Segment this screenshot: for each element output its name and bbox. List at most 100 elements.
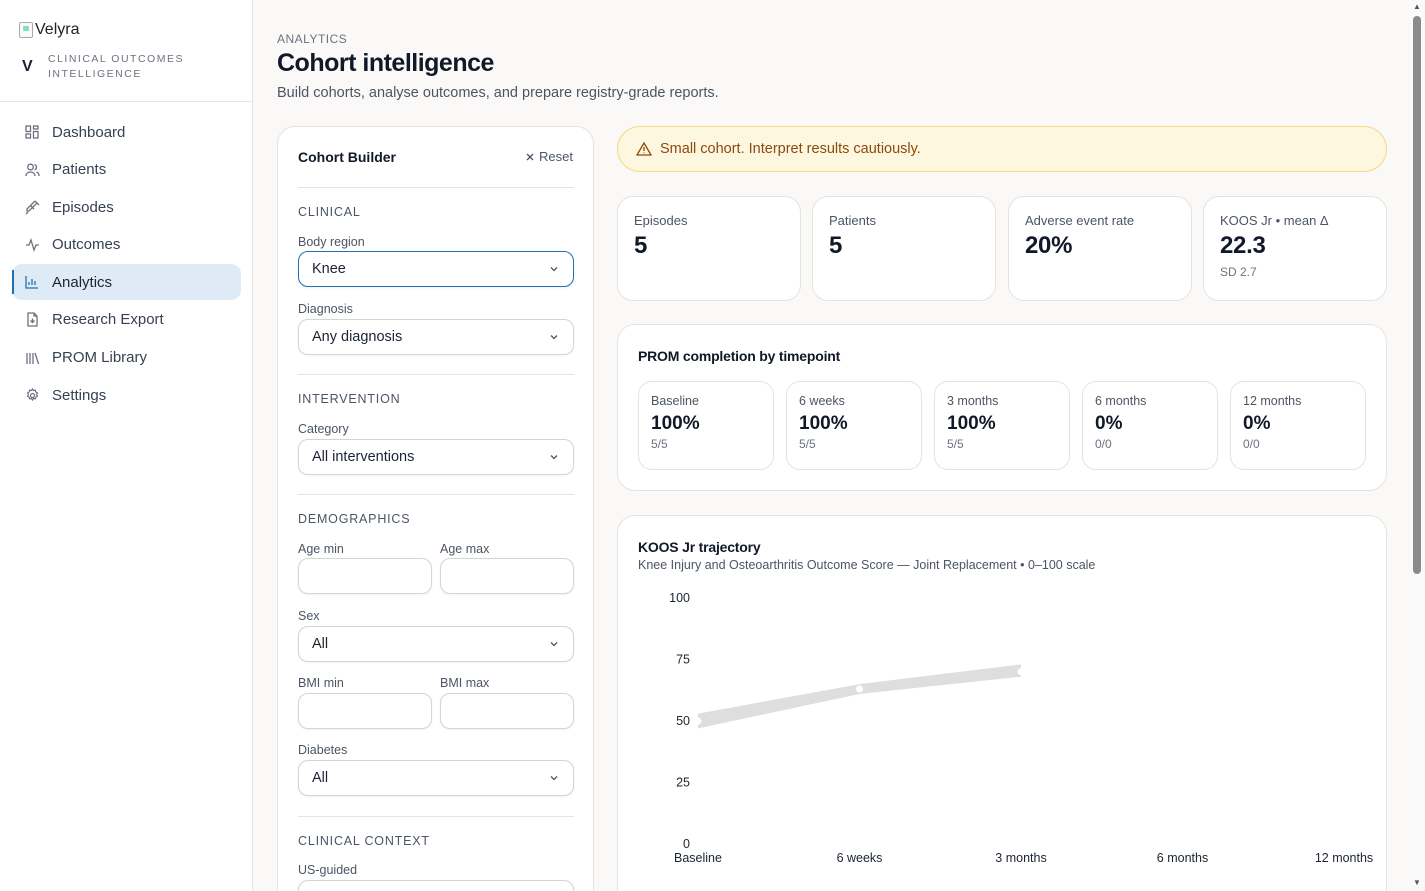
x-tick-label: 6 weeks [837, 851, 883, 865]
diabetes-select[interactable]: All [298, 760, 574, 796]
timepoint-value: 0% [1095, 413, 1123, 434]
bmi-min-input[interactable] [298, 693, 432, 729]
library-icon [24, 350, 40, 366]
y-tick-label: 100 [669, 591, 690, 605]
stat-card-patients: Patients 5 [812, 196, 996, 301]
stat-value: 5 [829, 232, 843, 259]
stat-label: KOOS Jr • mean Δ [1220, 213, 1329, 228]
stat-value: 22.3 [1220, 232, 1266, 259]
nav-label: Research Export [52, 311, 164, 329]
chevron-down-icon [550, 455, 558, 460]
timepoint-label: 6 weeks [799, 394, 845, 408]
diagnosis-select[interactable]: Any diagnosis [298, 319, 574, 355]
section-clinical: CLINICAL [298, 205, 361, 219]
cohort-builder-panel: Cohort Builder Reset CLINICAL Body regio… [277, 126, 594, 891]
sidebar-divider [0, 101, 252, 102]
stat-sub: SD 2.7 [1220, 265, 1257, 279]
y-tick-label: 0 [683, 837, 690, 851]
stat-card-episodes: Episodes 5 [617, 196, 801, 301]
timepoint-count: 5/5 [651, 437, 668, 451]
brand-logo[interactable]: Velyra [19, 21, 79, 39]
bmi-min-label: BMI min [298, 676, 344, 690]
timepoint-card-3-months: 3 months 100% 5/5 [934, 381, 1070, 470]
age-min-input[interactable] [298, 558, 432, 594]
category-value: All interventions [312, 449, 415, 465]
stat-value: 20% [1025, 232, 1073, 259]
chevron-down-icon [550, 642, 558, 647]
divider [298, 494, 574, 495]
divider [298, 374, 574, 375]
scrollbar-thumb[interactable] [1413, 16, 1421, 574]
timepoint-count: 5/5 [947, 437, 964, 451]
x-tick-label: 3 months [995, 851, 1046, 865]
us-guided-select[interactable] [298, 880, 574, 891]
diabetes-label: Diabetes [298, 743, 348, 757]
stat-card-koos-mean-delta: KOOS Jr • mean Δ 22.3 SD 2.7 [1203, 196, 1387, 301]
syringe-icon [24, 199, 40, 215]
warning-icon [636, 142, 652, 156]
timepoint-card-baseline: Baseline 100% 5/5 [638, 381, 774, 470]
timepoint-card-6-weeks: 6 weeks 100% 5/5 [786, 381, 922, 470]
logo-alt-text: Velyra [35, 21, 80, 38]
timepoint-value: 100% [651, 413, 700, 434]
page-eyebrow: ANALYTICS [277, 32, 348, 46]
data-point[interactable] [856, 685, 863, 693]
x-tick-label: 6 months [1157, 851, 1208, 865]
stat-label: Adverse event rate [1025, 213, 1135, 228]
nav-item-research-export[interactable]: Research Export [12, 302, 241, 338]
body-region-label: Body region [298, 235, 365, 249]
nav-item-dashboard[interactable]: Dashboard [12, 114, 241, 150]
chevron-down-icon [550, 335, 558, 340]
category-select[interactable]: All interventions [298, 439, 574, 475]
timepoint-label: Baseline [651, 394, 699, 408]
brand-mark: V [22, 58, 33, 75]
stat-label: Patients [829, 213, 876, 228]
activity-icon [24, 237, 40, 253]
scroll-down-icon[interactable]: ▼ [1413, 878, 1421, 887]
body-region-select[interactable]: Knee [298, 251, 574, 287]
y-tick-label: 75 [676, 653, 690, 667]
reset-label: Reset [539, 149, 573, 164]
timepoint-card-12-months: 12 months 0% 0/0 [1230, 381, 1366, 470]
timepoint-value: 0% [1243, 413, 1271, 434]
chevron-down-icon [550, 267, 558, 272]
nav-item-episodes[interactable]: Episodes [12, 189, 241, 225]
diagnosis-label: Diagnosis [298, 302, 353, 316]
nav-label: Analytics [52, 273, 113, 291]
page-title: Cohort intelligence [277, 49, 494, 77]
section-demographics: DEMOGRAPHICS [298, 512, 411, 526]
nav-label: Patients [52, 161, 107, 179]
warning-text: Small cohort. Interpret results cautious… [660, 141, 921, 157]
page-scrollbar[interactable]: ▲ ▼ [1409, 0, 1425, 891]
file-export-icon [24, 312, 40, 328]
nav-item-analytics[interactable]: Analytics [12, 264, 241, 301]
nav-item-outcomes[interactable]: Outcomes [12, 227, 241, 263]
divider [298, 187, 574, 188]
stat-card-adverse-event-rate: Adverse event rate 20% [1008, 196, 1192, 301]
grid-icon [24, 124, 40, 140]
nav-item-prom-library[interactable]: PROM Library [12, 340, 241, 376]
bmi-max-input[interactable] [440, 693, 574, 729]
prom-completion-card: PROM completion by timepoint Baseline 10… [617, 324, 1387, 491]
age-max-label: Age max [440, 542, 490, 556]
prom-completion-title: PROM completion by timepoint [638, 348, 841, 364]
data-point[interactable] [694, 717, 702, 725]
nav-label: Settings [52, 386, 107, 404]
reset-button[interactable]: Reset [526, 149, 573, 164]
cohort-builder-title: Cohort Builder [298, 149, 396, 165]
timepoint-label: 6 months [1095, 394, 1147, 408]
brand-tagline: CLINICAL OUTCOMES INTELLIGENCE [48, 53, 184, 80]
us-guided-label: US-guided [298, 863, 358, 877]
nav-item-settings[interactable]: Settings [12, 377, 241, 413]
sex-select[interactable]: All [298, 626, 574, 662]
timepoint-value: 100% [947, 413, 996, 434]
scroll-up-icon[interactable]: ▲ [1413, 2, 1421, 11]
nav-item-patients[interactable]: Patients [12, 152, 241, 188]
nav-label: Dashboard [52, 123, 126, 141]
nav-label: Outcomes [52, 236, 121, 254]
age-max-input[interactable] [440, 558, 574, 594]
body-region-value: Knee [312, 261, 346, 277]
y-tick-label: 50 [676, 714, 690, 728]
small-cohort-warning: Small cohort. Interpret results cautious… [617, 126, 1387, 172]
data-point[interactable] [1017, 668, 1025, 676]
